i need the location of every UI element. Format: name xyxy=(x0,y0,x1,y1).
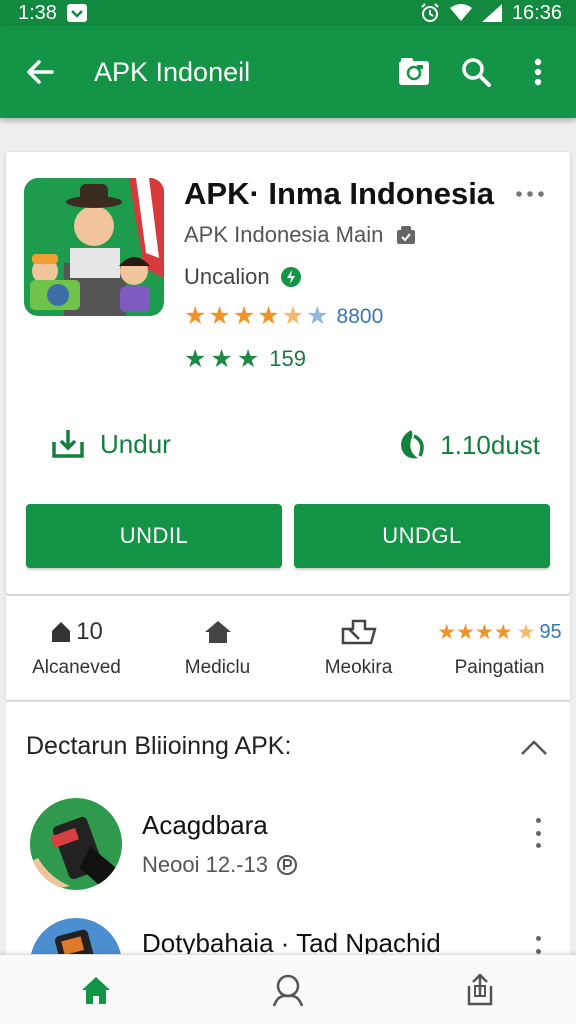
category-badge-icon xyxy=(280,267,301,287)
paid-coin-icon xyxy=(276,855,297,875)
item-more-button[interactable] xyxy=(532,818,544,848)
dot-icon xyxy=(535,843,541,848)
overflow-menu-button[interactable] xyxy=(520,54,556,90)
item-subtitle-row: Neooi 12.-13 xyxy=(142,852,298,878)
app-more-button[interactable] xyxy=(510,182,550,206)
stat-item[interactable]: Meokira xyxy=(288,596,429,700)
verified-badge-icon xyxy=(397,226,416,244)
primary-action-button-right[interactable]: UNDGL xyxy=(294,504,550,568)
star-icon: ★ xyxy=(516,620,536,644)
status-time-right: 16:36 xyxy=(511,1,562,24)
item-subtitle: Neooi 12.-13 xyxy=(142,852,268,877)
wifi-icon xyxy=(449,4,472,22)
status-time-left: 1:38 xyxy=(18,1,57,24)
stat-item[interactable]: 10 Alcaneved xyxy=(6,596,147,700)
folder-icon xyxy=(399,58,429,85)
publisher-row[interactable]: APK Indonesia Main xyxy=(184,222,417,248)
search-button[interactable] xyxy=(458,54,494,90)
search-icon xyxy=(462,58,491,87)
signal-icon xyxy=(481,4,502,22)
star-icon: ★ xyxy=(236,344,260,373)
dot-icon xyxy=(535,936,541,941)
folder-button[interactable] xyxy=(396,54,432,90)
dot-icon xyxy=(535,818,541,823)
star-icon: ★ xyxy=(232,302,256,330)
star-icon: ★ xyxy=(184,344,207,373)
rating-row: ★ ★ ★ ★ ★ ★ 8800 xyxy=(184,304,383,329)
green-count: 159 xyxy=(269,346,306,371)
nav-share[interactable] xyxy=(450,960,510,1020)
star-icon: ★ xyxy=(257,302,280,330)
item-thumbnail xyxy=(30,798,122,890)
download-icon xyxy=(52,430,84,458)
rating-count: 8800 xyxy=(336,304,384,328)
app-bar: APK Indoneil xyxy=(0,26,576,118)
green-rating-row: ★ ★ ★ 159 xyxy=(184,346,306,372)
share-icon xyxy=(467,972,493,1005)
stat-value: 10 xyxy=(76,618,103,645)
chevron-up-icon xyxy=(521,740,547,755)
profile-icon xyxy=(272,974,304,1006)
star-icon: ★ xyxy=(281,302,305,330)
publisher-name: APK Indonesia Main xyxy=(184,222,384,247)
horizontal-dots-icon xyxy=(516,191,544,197)
nav-home[interactable] xyxy=(66,960,126,1020)
star-icon: ★ xyxy=(184,302,207,330)
nav-profile[interactable] xyxy=(258,960,318,1020)
back-button[interactable] xyxy=(20,52,60,92)
home-icon xyxy=(82,976,110,1004)
downloads-count-info: 1.10dust xyxy=(394,428,540,462)
related-section: Dectarun Bliioinng APK: Acagdbara Neooi … xyxy=(6,702,570,962)
dot-icon xyxy=(535,948,541,954)
download-info[interactable]: Undur xyxy=(50,428,171,460)
puzzle-icon xyxy=(341,619,377,645)
back-arrow-icon xyxy=(27,60,54,84)
item-title: Acagdbara xyxy=(142,810,268,840)
download-label: Undur xyxy=(100,428,171,459)
collapse-button[interactable] xyxy=(516,732,552,762)
star-icon: ★ xyxy=(208,302,231,330)
refresh-leaf-icon xyxy=(401,430,424,459)
section-title: Dectarun Bliioinng APK: xyxy=(26,732,292,760)
home-icon xyxy=(52,622,71,642)
bottom-nav xyxy=(0,954,576,1024)
stat-item[interactable]: Mediclu xyxy=(147,596,288,700)
stat-value: 95 xyxy=(539,620,562,643)
stat-label: Paingatian xyxy=(454,657,545,678)
page-title: APK Indoneil xyxy=(94,56,251,87)
category-row[interactable]: Uncalion xyxy=(184,264,302,290)
category-label: Uncalion xyxy=(184,264,270,289)
stats-row: 10 Alcaneved Mediclu Meokira ★★★★ ★ 95 Pa… xyxy=(6,596,570,700)
star-icon: ★ xyxy=(306,302,329,330)
app-card: APK· Inma Indonesia APK Indonesia Main U… xyxy=(6,152,570,594)
dot-icon xyxy=(535,830,541,836)
stat-label: Meokira xyxy=(324,657,393,678)
primary-action-button-left[interactable]: UNDIL xyxy=(26,504,282,568)
downloads-count: 1.10dust xyxy=(440,429,540,460)
stars-icon: ★★★★ xyxy=(437,620,513,644)
status-bar: 1:38 16:36 xyxy=(0,0,576,26)
vertical-dots-icon xyxy=(534,58,542,86)
home-icon xyxy=(204,621,231,643)
alarm-icon xyxy=(420,3,440,23)
list-item[interactable]: Acagdbara Neooi 12.-13 xyxy=(6,792,570,902)
stat-item[interactable]: ★★★★ ★ 95 Paingatian xyxy=(429,596,570,700)
stat-label: Alcaneved xyxy=(32,657,121,678)
app-icon[interactable] xyxy=(24,178,164,316)
star-icon: ★ xyxy=(210,344,233,373)
stat-label: Mediclu xyxy=(184,657,251,678)
notification-icon xyxy=(66,4,87,22)
app-name: APK· Inma Indonesia xyxy=(184,176,495,211)
